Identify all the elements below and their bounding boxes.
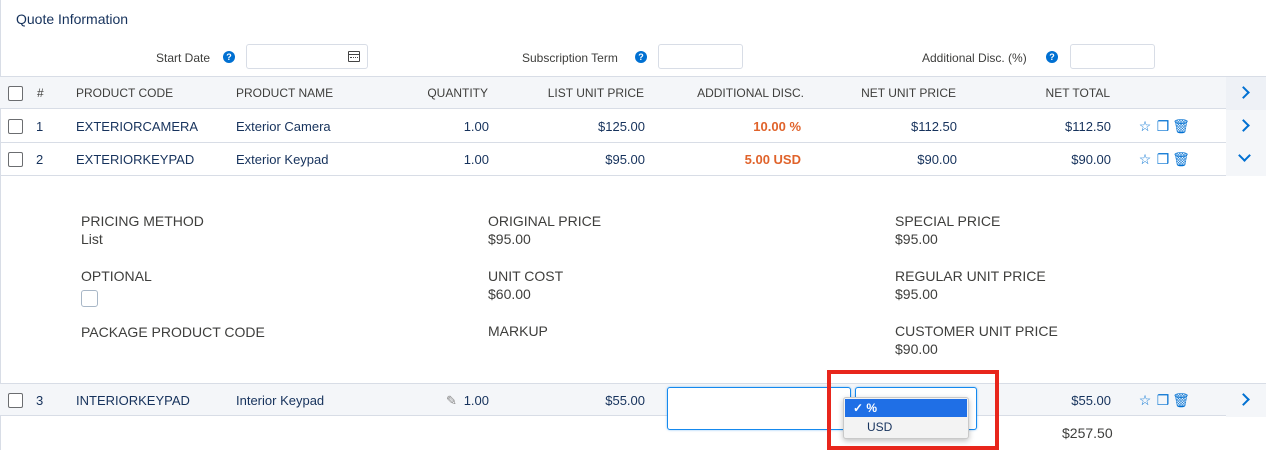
customer-unit-price-label: CUSTOMER UNIT PRICE bbox=[895, 323, 1058, 339]
package-product-code-label: PACKAGE PRODUCT CODE bbox=[81, 324, 265, 340]
row-checkbox[interactable] bbox=[8, 393, 23, 408]
unit-cost-value: $60.00 bbox=[488, 286, 531, 302]
regular-unit-price-value: $95.00 bbox=[895, 286, 938, 302]
header-expand[interactable] bbox=[1226, 77, 1266, 110]
trash-icon[interactable]: 🗑︎ bbox=[1172, 143, 1190, 176]
row-actions: ☆ ❐ 🗑︎ bbox=[1136, 384, 1190, 417]
trash-icon[interactable]: 🗑︎ bbox=[1172, 384, 1190, 417]
row-number: 2 bbox=[36, 152, 44, 167]
start-date-input[interactable] bbox=[246, 44, 368, 69]
row-checkbox[interactable] bbox=[8, 119, 23, 134]
help-icon[interactable]: ? bbox=[635, 51, 647, 63]
discount-amount-input[interactable] bbox=[667, 387, 851, 430]
highlight-box bbox=[827, 370, 999, 450]
optional-checkbox[interactable] bbox=[81, 290, 98, 307]
original-price-label: ORIGINAL PRICE bbox=[488, 213, 602, 229]
net-total: $90.00 bbox=[1071, 152, 1111, 167]
optional-label: OPTIONAL bbox=[81, 268, 152, 284]
subscription-term-label: Subscription Term bbox=[522, 51, 618, 65]
additional-disc-label: Additional Disc. (%) bbox=[922, 51, 1027, 65]
clone-icon[interactable]: ❐ bbox=[1154, 110, 1172, 143]
special-price-label: SPECIAL PRICE bbox=[895, 213, 1001, 229]
col-num: # bbox=[37, 86, 44, 100]
row-actions: ☆ ❐ 🗑︎ bbox=[1136, 110, 1190, 143]
star-icon[interactable]: ☆ bbox=[1136, 143, 1154, 176]
product-name: Exterior Keypad bbox=[236, 152, 329, 167]
table-row: 3 INTERIORKEYPAD Interior Keypad ✎ 1.00 … bbox=[0, 383, 1266, 417]
quantity[interactable]: 1.00 bbox=[388, 110, 489, 143]
markup-label: MARKUP bbox=[488, 323, 548, 339]
regular-unit-price-label: REGULAR UNIT PRICE bbox=[895, 268, 1046, 284]
grand-total: $257.50 bbox=[1062, 425, 1113, 441]
row-number: 1 bbox=[36, 119, 44, 134]
col-net-unit-price[interactable]: NET UNIT PRICE bbox=[816, 77, 956, 110]
row-expand[interactable] bbox=[1226, 384, 1266, 417]
list-unit-price: $125.00 bbox=[598, 119, 645, 134]
net-unit-price: $112.50 bbox=[910, 119, 957, 134]
additional-disc[interactable]: 5.00 USD bbox=[660, 143, 801, 176]
table-row: 1 EXTERIORCAMERA Exterior Camera 1.00 $1… bbox=[0, 110, 1266, 143]
calendar-icon[interactable] bbox=[348, 51, 360, 62]
col-quantity[interactable]: QUANTITY bbox=[388, 77, 488, 110]
col-additional-disc[interactable]: ADDITIONAL DISC. bbox=[664, 77, 804, 110]
product-name: Interior Keypad bbox=[236, 393, 325, 408]
unit-cost-label: UNIT COST bbox=[488, 268, 564, 284]
row-detail-panel: PRICING METHOD List ORIGINAL PRICE $95.0… bbox=[0, 176, 1280, 382]
start-date-label: Start Date bbox=[156, 51, 211, 65]
trash-icon[interactable]: 🗑︎ bbox=[1172, 110, 1190, 143]
subscription-term-input[interactable] bbox=[658, 44, 743, 69]
help-icon[interactable]: ? bbox=[223, 51, 235, 63]
product-name: Exterior Camera bbox=[236, 119, 331, 134]
pricing-method-value: List bbox=[81, 231, 103, 247]
col-net-total[interactable]: NET TOTAL bbox=[970, 77, 1110, 110]
row-actions: ☆ ❐ 🗑︎ bbox=[1136, 143, 1190, 176]
row-expand[interactable] bbox=[1226, 110, 1266, 143]
quantity[interactable]: 1.00 bbox=[388, 143, 489, 176]
product-code: EXTERIORCAMERA bbox=[76, 119, 199, 134]
star-icon[interactable]: ☆ bbox=[1136, 384, 1154, 417]
table-header: # PRODUCT CODE PRODUCT NAME QUANTITY LIS… bbox=[0, 76, 1266, 110]
additional-disc[interactable]: 10.00 % bbox=[660, 110, 801, 143]
chevron-right-icon[interactable] bbox=[1237, 119, 1250, 132]
product-code: EXTERIORKEYPAD bbox=[76, 152, 195, 167]
star-icon[interactable]: ☆ bbox=[1136, 110, 1154, 143]
help-icon[interactable]: ? bbox=[1046, 51, 1058, 63]
net-total: $112.50 bbox=[1064, 119, 1111, 134]
chevron-down-icon[interactable] bbox=[1238, 149, 1251, 162]
additional-disc-input[interactable] bbox=[1070, 44, 1155, 69]
section-title: Quote Information bbox=[16, 11, 129, 27]
net-unit-price: $90.00 bbox=[917, 152, 957, 167]
chevron-right-icon[interactable] bbox=[1237, 86, 1250, 99]
clone-icon[interactable]: ❐ bbox=[1154, 384, 1172, 417]
row-number: 3 bbox=[36, 393, 44, 408]
list-unit-price: $55.00 bbox=[605, 393, 645, 408]
product-code: INTERIORKEYPAD bbox=[76, 393, 190, 408]
list-unit-price: $95.00 bbox=[605, 152, 645, 167]
col-product-code[interactable]: PRODUCT CODE bbox=[76, 77, 173, 110]
col-product-name[interactable]: PRODUCT NAME bbox=[236, 77, 333, 110]
col-list-unit-price[interactable]: LIST UNIT PRICE bbox=[504, 77, 644, 110]
customer-unit-price-value: $90.00 bbox=[895, 341, 938, 357]
clone-icon[interactable]: ❐ bbox=[1154, 143, 1172, 176]
row-checkbox[interactable] bbox=[8, 152, 23, 167]
pricing-method-label: PRICING METHOD bbox=[81, 213, 204, 229]
special-price-value: $95.00 bbox=[895, 231, 938, 247]
original-price-value: $95.00 bbox=[488, 231, 531, 247]
row-collapse[interactable] bbox=[1226, 143, 1266, 176]
chevron-right-icon[interactable] bbox=[1237, 393, 1250, 406]
table-row: 2 EXTERIORKEYPAD Exterior Keypad 1.00 $9… bbox=[0, 143, 1266, 176]
select-all-checkbox[interactable] bbox=[8, 86, 23, 101]
quantity[interactable]: 1.00 bbox=[388, 384, 489, 417]
